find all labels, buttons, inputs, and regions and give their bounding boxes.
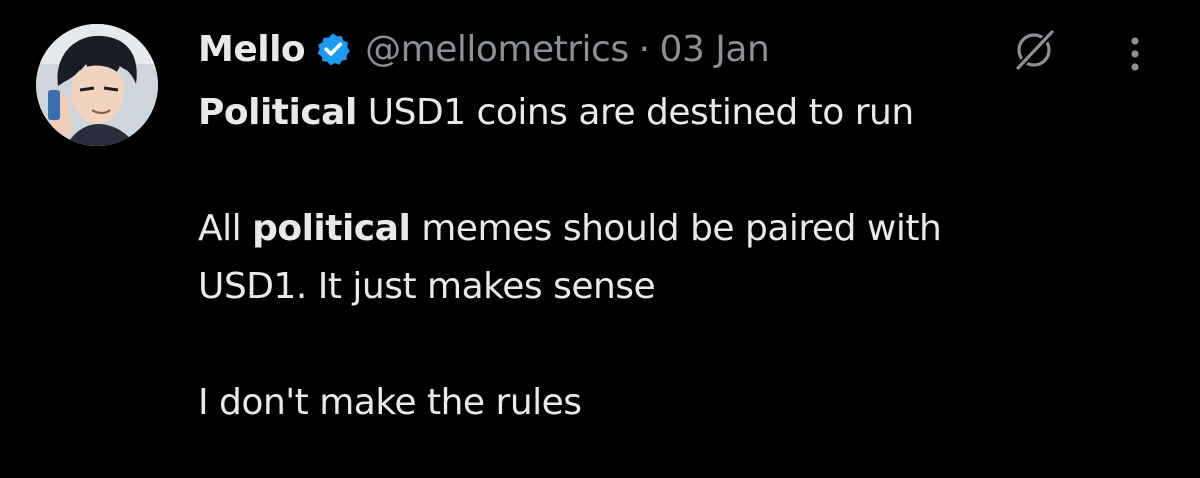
tweet-date[interactable]: 03 Jan [660,29,770,70]
text-span: memes should be paired with [410,208,942,249]
user-handle[interactable]: @mellometrics [365,29,629,70]
avatar[interactable] [36,24,158,146]
tweet-header: Mello @mellometrics · 03 Jan [198,22,770,76]
more-options-icon[interactable] [1120,34,1150,74]
tweet-text: Political USD1 coins are destined to run… [198,84,1158,432]
separator-dot: · [638,28,650,70]
verified-badge-icon [315,31,351,67]
grok-icon[interactable] [1012,28,1056,72]
tweet-line: All political memes should be paired wit… [198,200,1158,258]
bold-word: Political [198,92,357,133]
tweet-line: Political USD1 coins are destined to run [198,84,1158,142]
text-span: All [198,208,253,249]
display-name[interactable]: Mello [198,29,306,70]
text-span: USD1 coins are destined to run [356,92,914,133]
tweet-line: USD1. It just makes sense [198,266,656,307]
bold-word: political [252,208,411,249]
tweet-line: I don't make the rules [198,382,582,423]
